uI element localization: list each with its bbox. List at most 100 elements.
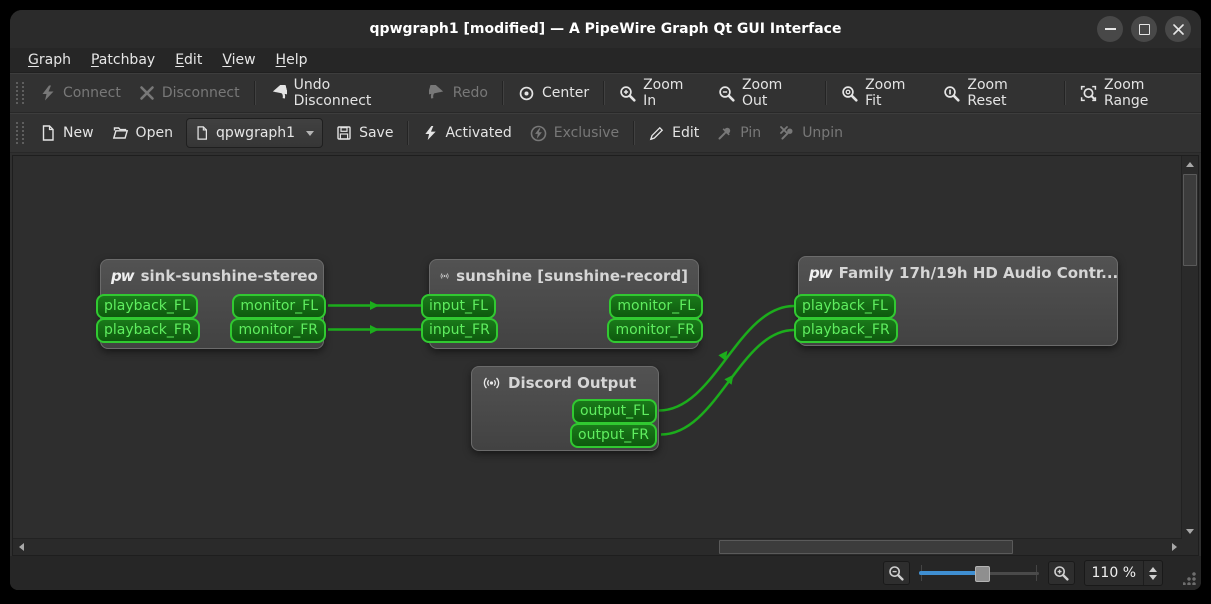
save-button[interactable]: Save — [327, 118, 402, 148]
statusbar-zoom-in-button[interactable] — [1047, 561, 1075, 585]
zoom-reset-button[interactable]: Zoom Reset — [934, 77, 1059, 109]
port-input-fr[interactable]: input_FR — [421, 318, 498, 343]
port-output-fl[interactable]: output_FL — [571, 399, 657, 424]
zoom-in-button[interactable]: Zoom In — [610, 77, 709, 109]
scroll-up-button[interactable] — [1182, 156, 1198, 172]
spin-down-icon — [1149, 574, 1157, 580]
port-playback-fr[interactable]: playback_FR — [96, 318, 200, 343]
toolbar-separator — [825, 81, 828, 105]
new-button[interactable]: New — [31, 118, 103, 148]
scroll-left-button[interactable] — [13, 539, 29, 555]
unpin-icon — [779, 125, 795, 141]
horizontal-scroll-thumb[interactable] — [719, 540, 1013, 554]
redo-icon — [429, 85, 446, 102]
graph-canvas[interactable]: pw sink-sunshine-stereo playback_FL play… — [12, 155, 1199, 556]
close-button[interactable] — [1165, 16, 1191, 42]
toolbar-separator — [253, 81, 256, 105]
triangle-left-icon — [18, 543, 24, 551]
node-title: Discord Output — [508, 374, 637, 392]
session-combo-value: qpwgraph1 — [215, 125, 296, 141]
unpin-button[interactable]: Unpin — [770, 118, 852, 148]
minimize-icon — [1104, 28, 1116, 30]
broadcast-icon — [482, 375, 501, 391]
connections-layer — [328, 301, 795, 436]
patchbay-toolbar: New Open qpwgraph1 Save Activated Exclus… — [10, 113, 1201, 153]
node-title: sink-sunshine-stereo — [140, 267, 318, 285]
redo-button[interactable]: Redo — [420, 78, 497, 108]
pin-button[interactable]: Pin — [708, 118, 770, 148]
zoom-in-icon — [619, 85, 636, 102]
port-input-fl[interactable]: input_FL — [421, 294, 496, 319]
statusbar-zoom-out-button[interactable] — [882, 561, 910, 585]
edit-button[interactable]: Edit — [640, 118, 708, 148]
connect-icon — [40, 85, 56, 101]
center-icon — [518, 85, 535, 102]
spin-up-icon — [1149, 566, 1157, 572]
connect-button[interactable]: Connect — [31, 78, 130, 108]
open-button[interactable]: Open — [103, 118, 182, 148]
zoom-in-icon — [1053, 565, 1069, 581]
triangle-down-icon — [1186, 528, 1194, 534]
port-monitor-fl[interactable]: monitor_FL — [609, 294, 703, 319]
toolbar-separator — [633, 121, 636, 145]
pipewire-icon: pw — [809, 264, 833, 282]
zoom-fit-icon — [841, 85, 858, 102]
horizontal-scrollbar[interactable] — [13, 538, 1182, 555]
zoom-reset-icon — [943, 85, 960, 102]
port-playback-fr[interactable]: playback_FR — [794, 318, 898, 343]
app-window: qpwgraph1 [modified] — A PipeWire Graph … — [10, 10, 1201, 590]
menu-help[interactable]: Help — [266, 48, 318, 72]
titlebar[interactable]: qpwgraph1 [modified] — A PipeWire Graph … — [10, 10, 1201, 48]
menu-patchbay[interactable]: Patchbay — [81, 48, 165, 72]
zoom-out-button[interactable]: Zoom Out — [709, 77, 820, 109]
maximize-button[interactable] — [1131, 16, 1157, 42]
triangle-up-icon — [1186, 161, 1194, 167]
scroll-down-button[interactable] — [1182, 523, 1198, 539]
undo-icon — [270, 85, 287, 102]
save-icon — [336, 125, 352, 141]
port-playback-fl[interactable]: playback_FL — [794, 294, 896, 319]
menu-graph[interactable]: Graph — [18, 48, 81, 72]
file-icon — [195, 126, 209, 140]
port-monitor-fr[interactable]: monitor_FR — [607, 318, 703, 343]
node-header[interactable]: pw sink-sunshine-stereo — [101, 260, 323, 292]
minimize-button[interactable] — [1097, 16, 1123, 42]
menu-view[interactable]: View — [212, 48, 265, 72]
zoom-fit-button[interactable]: Zoom Fit — [832, 77, 934, 109]
slider-handle[interactable] — [974, 566, 990, 582]
port-monitor-fr[interactable]: monitor_FR — [230, 318, 326, 343]
node-title: Family 17h/19h HD Audio Contr... — [838, 264, 1117, 282]
toolbar-drag-handle[interactable] — [16, 82, 24, 104]
undo-disconnect-button[interactable]: Undo Disconnect — [261, 77, 420, 109]
toolbar-separator — [603, 81, 606, 105]
zoom-range-button[interactable]: Zoom Range — [1071, 77, 1201, 109]
node-header[interactable]: pw Family 17h/19h HD Audio Contr... — [799, 257, 1117, 289]
port-monitor-fl[interactable]: monitor_FL — [232, 294, 326, 319]
zoom-spinbox[interactable]: 110 % — [1083, 560, 1163, 586]
pipewire-icon: pw — [111, 267, 135, 285]
center-button[interactable]: Center — [509, 78, 598, 108]
zoom-slider[interactable] — [918, 564, 1039, 582]
node-header[interactable]: sunshine [sunshine-record] — [430, 260, 698, 292]
disconnect-icon — [139, 85, 155, 101]
port-playback-fl[interactable]: playback_FL — [96, 294, 198, 319]
exclusive-button[interactable]: Exclusive — [521, 118, 628, 148]
vertical-scroll-thumb[interactable] — [1183, 174, 1197, 266]
disconnect-button[interactable]: Disconnect — [130, 78, 249, 108]
exclusive-icon — [530, 125, 547, 142]
zoom-out-icon — [718, 85, 735, 102]
node-header[interactable]: Discord Output — [472, 367, 658, 399]
port-output-fr[interactable]: output_FR — [570, 423, 657, 448]
slider-fill — [918, 571, 981, 575]
session-combo[interactable]: qpwgraph1 — [185, 118, 324, 148]
activated-icon — [423, 125, 438, 141]
scroll-right-button[interactable] — [1166, 539, 1182, 555]
spin-buttons[interactable] — [1143, 561, 1162, 585]
activated-button[interactable]: Activated — [414, 118, 520, 148]
node-title: sunshine [sunshine-record] — [456, 267, 688, 285]
window-title: qpwgraph1 [modified] — A PipeWire Graph … — [369, 21, 842, 37]
menu-edit[interactable]: Edit — [165, 48, 212, 72]
vertical-scrollbar[interactable] — [1181, 156, 1198, 539]
toolbar-drag-handle[interactable] — [16, 122, 24, 144]
resize-grip[interactable] — [1183, 572, 1196, 585]
